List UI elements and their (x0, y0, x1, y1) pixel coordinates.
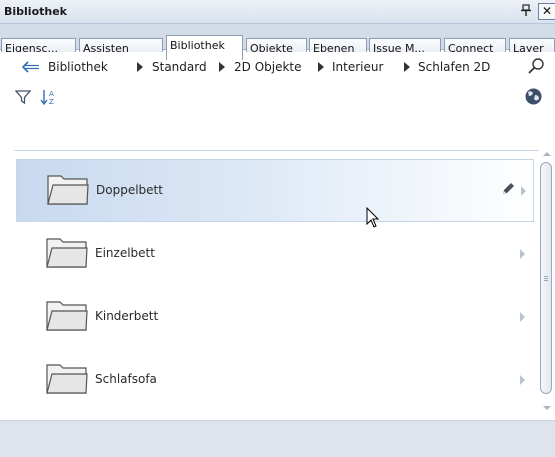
library-toolbar: A Z (0, 82, 555, 114)
breadcrumb-item-standard[interactable]: Standard (152, 60, 207, 74)
pin-icon[interactable] (521, 4, 531, 19)
folder-label: Einzelbett (95, 246, 155, 260)
chevron-right-icon[interactable] (318, 62, 324, 72)
chevron-right-icon[interactable] (404, 62, 410, 72)
tab-strip: Eigensc... Assisten Bibliothek Objekte E… (0, 24, 555, 60)
panel-titlebar: Bibliothek ✕ (0, 0, 555, 24)
breadcrumb: Bibliothek Standard 2D Objekte Interieur… (0, 52, 555, 82)
library-folder-list: Doppelbett Einzelbett Kinderbett Schlafs… (14, 150, 555, 408)
globe-icon[interactable] (524, 87, 543, 109)
tab-label: Bibliothek (170, 39, 225, 52)
list-item[interactable]: Kinderbett (16, 286, 534, 349)
vertical-scrollbar[interactable] (539, 150, 555, 410)
folder-icon (47, 173, 89, 208)
scrollbar-thumb[interactable] (540, 162, 552, 394)
folder-label: Kinderbett (95, 309, 159, 323)
breadcrumb-item-2d-objekte[interactable]: 2D Objekte (234, 60, 302, 74)
folder-label: Doppelbett (96, 183, 163, 197)
list-item[interactable]: Einzelbett (16, 223, 534, 286)
panel-title: Bibliothek (4, 5, 67, 18)
back-arrow-icon[interactable] (21, 61, 40, 76)
panel-footer (0, 420, 555, 457)
list-item[interactable]: Schlafsofa (16, 349, 534, 412)
folder-icon (46, 362, 88, 397)
sort-az-icon[interactable]: A Z (40, 88, 58, 109)
close-button[interactable]: ✕ (538, 3, 555, 20)
folder-icon (46, 236, 88, 271)
breadcrumb-item-bibliothek[interactable]: Bibliothek (48, 60, 108, 74)
list-item[interactable]: Doppelbett (16, 159, 534, 222)
mouse-cursor-icon (366, 206, 380, 232)
svg-text:Z: Z (49, 98, 54, 106)
svg-text:A: A (49, 90, 54, 98)
scroll-down-icon[interactable] (543, 406, 551, 410)
folder-label: Schlafsofa (95, 372, 157, 386)
filter-icon[interactable] (14, 89, 32, 108)
chevron-right-icon[interactable] (219, 62, 225, 72)
chevron-right-icon[interactable] (520, 249, 525, 259)
breadcrumb-item-schlafen-2d[interactable]: Schlafen 2D (418, 60, 490, 74)
pencil-icon[interactable] (501, 182, 515, 199)
chevron-right-icon[interactable] (520, 312, 525, 322)
chevron-right-icon[interactable] (137, 62, 143, 72)
chevron-right-icon[interactable] (521, 186, 526, 196)
breadcrumb-item-interieur[interactable]: Interieur (332, 60, 383, 74)
close-icon: ✕ (542, 4, 553, 18)
chevron-right-icon[interactable] (520, 375, 525, 385)
folder-icon (46, 299, 88, 334)
tab-bibliothek[interactable]: Bibliothek (166, 35, 243, 60)
grip-icon (544, 276, 548, 277)
search-icon[interactable] (527, 57, 545, 78)
scroll-up-icon[interactable] (543, 152, 551, 156)
